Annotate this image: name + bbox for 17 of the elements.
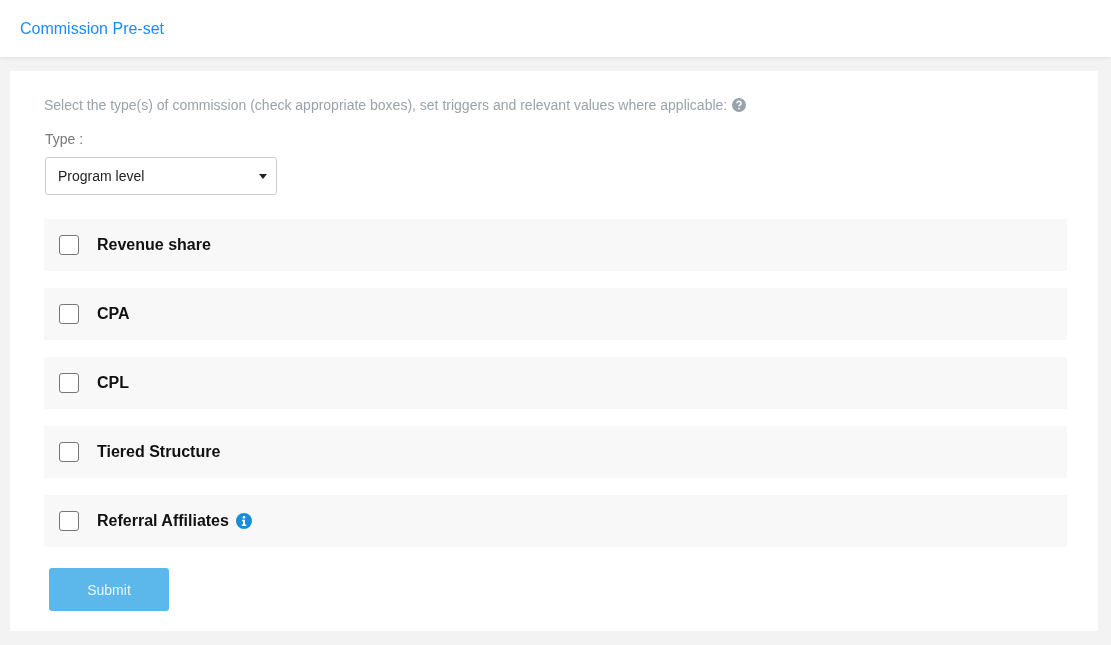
checkbox[interactable] (59, 442, 79, 462)
type-dropdown[interactable]: Program level (45, 157, 277, 195)
option-label: CPA (97, 305, 130, 323)
info-icon[interactable] (235, 513, 252, 529)
help-icon[interactable] (732, 98, 747, 112)
option-label: CPL (97, 374, 129, 392)
type-label: Type : (45, 131, 85, 147)
option-label: Tiered Structure (97, 443, 221, 461)
caret-icon (259, 173, 267, 179)
checkbox[interactable] (59, 373, 79, 393)
checkbox[interactable] (59, 235, 79, 255)
option-label: Referral Affiliates (97, 512, 229, 530)
checkbox[interactable] (59, 304, 79, 324)
page-title: Commission Pre-set (20, 19, 165, 38)
option-label: Revenue share (97, 236, 211, 254)
checkbox[interactable] (59, 511, 79, 531)
instructions-text: Select the type(s) of commission (check appropriate boxes), set triggers and relevant values where applicable: (44, 97, 728, 113)
